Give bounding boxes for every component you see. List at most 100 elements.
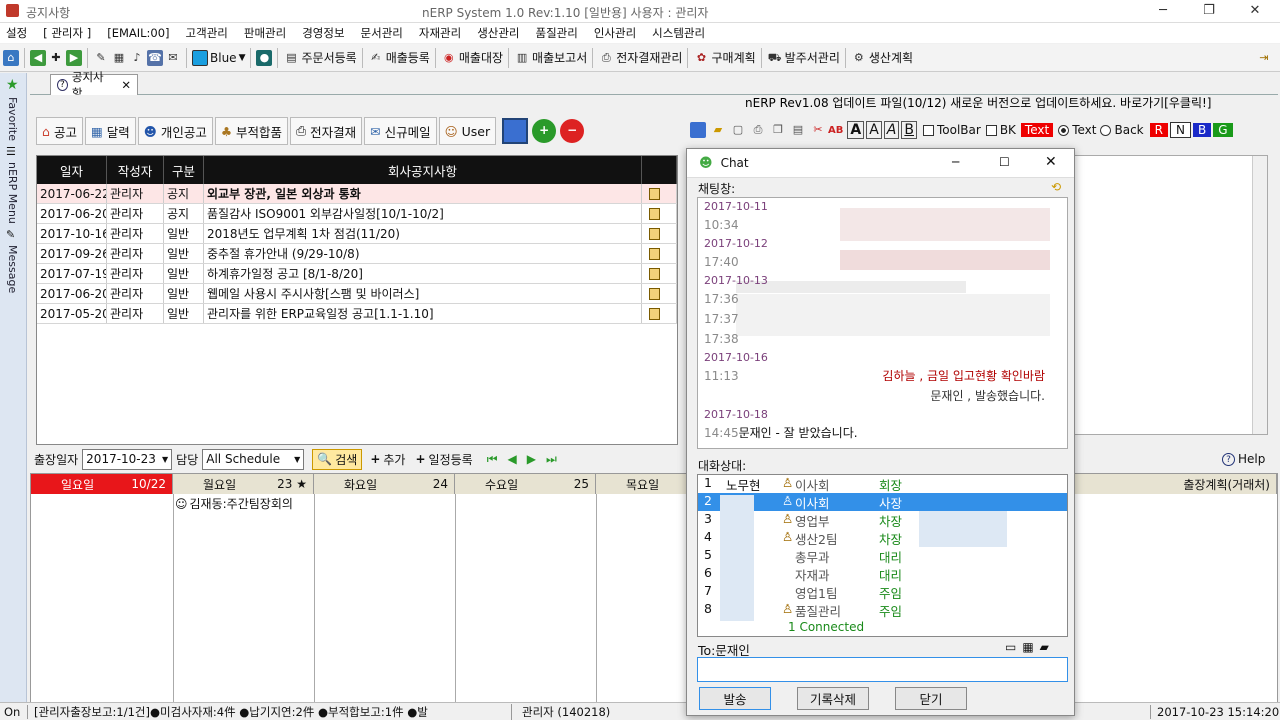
paste-icon[interactable]: ▤ [790,122,806,138]
side-message[interactable]: Message [6,245,19,293]
day-tuesday[interactable]: 화요일 24 [314,474,455,494]
exit-icon[interactable]: ⇥ [1256,50,1272,66]
calendar-entry[interactable]: ☺ 김재동:주간팀장회의 [175,495,293,512]
calendar-button[interactable]: ▦ 달력 [84,117,136,145]
editor-scrollbar[interactable] [1252,156,1267,434]
spell-icon[interactable]: AB [828,125,843,136]
save-icon[interactable] [502,118,529,144]
menu-quality[interactable]: 품질관리 [536,25,578,41]
tab-close-icon[interactable]: ✕ [121,78,131,92]
chevron-down-icon[interactable]: ▼ [239,53,246,63]
new-mail-button[interactable]: ✉ 신규메일 [364,117,437,145]
save-file-icon[interactable] [649,187,660,200]
menu-hr[interactable]: 인사관리 [594,25,636,41]
preview-icon[interactable]: ▢ [730,122,746,138]
tab-notice[interactable]: ? 공지사항 ✕ [50,70,138,100]
user-row[interactable]: 1 노무현 ♙ 이사회 회장 [698,475,1067,493]
menu-materials[interactable]: 자재관리 [419,25,461,41]
minimize-button[interactable]: ─ [1140,0,1186,22]
toolbar-item-production[interactable]: 생산계획 [869,49,913,66]
color-r-button[interactable]: R [1149,123,1168,137]
pen-icon[interactable]: ✎ [93,50,109,66]
maximize-button[interactable]: ❐ [1186,0,1232,22]
toolbar-item-sales[interactable]: 매출등록 [386,49,430,66]
menu-production[interactable]: 생산관리 [477,25,519,41]
save-file-icon[interactable] [649,227,660,240]
notice-button[interactable]: ⌂ 공고 [36,117,83,145]
day-sunday[interactable]: 일요일 10/22 [31,474,173,494]
text-color-red[interactable]: Text [1020,123,1054,137]
save-file-icon[interactable] [649,307,660,320]
day-monday[interactable]: 월요일 23 ★ [173,474,314,494]
register-schedule-button[interactable]: + 일정등록 [415,451,472,468]
editor-save-icon[interactable] [690,122,706,138]
folder-icon[interactable]: ▰ [710,122,726,138]
personal-notice-button[interactable]: ☻ 개인공고 [137,117,213,145]
contacts-icon[interactable]: ☎ [147,49,163,66]
save-file-icon[interactable] [649,207,660,220]
day-wednesday[interactable]: 수요일 25 [455,474,596,494]
font-size-button[interactable]: A [866,121,882,139]
table-row[interactable]: 2017-06-20 관리자 일반 웹메일 사용시 주시사항[스팸 및 바이러스] [37,284,677,304]
menu-settings[interactable]: 설정 [6,25,27,41]
chat-close-button[interactable]: ✕ [1045,154,1057,170]
toolbar-checkbox[interactable] [922,124,934,136]
menu-customer[interactable]: 고객관리 [186,25,228,41]
color-g-button[interactable]: G [1213,123,1233,137]
database-icon[interactable]: ● [256,49,273,66]
save-file-icon[interactable] [649,287,660,300]
copy-icon[interactable]: ❐ [770,122,786,138]
search-button[interactable]: 🔍 검색 [312,448,363,470]
user-button[interactable]: ☺ User [438,117,497,145]
help-button[interactable]: ? Help [1222,452,1265,466]
table-row[interactable]: 2017-05-20 관리자 일반 관리자를 위한 ERP교육일정 공고[1.1-1.… [37,304,677,324]
date-picker[interactable]: 2017-10-23 ▼ [82,448,173,470]
menu-management[interactable]: 경영정보 [302,25,344,41]
notice-banner[interactable]: nERP Rev1.08 업데이트 파일(10/12) 새로운 버전으로 업데이… [745,94,1211,111]
toolbar-item-approval[interactable]: 전자결재관리 [616,49,682,66]
nav-arrows-icon[interactable]: ⏮◀▶⏭ [487,452,567,467]
menu-system[interactable]: 시스템관리 [652,25,705,41]
send-button[interactable]: 발송 [699,687,771,710]
chat-minimize-button[interactable]: ─ [952,155,959,169]
theme-select[interactable]: Blue [210,51,237,65]
speaker-icon[interactable]: ♪ [129,50,145,66]
editor-area[interactable] [1072,155,1268,435]
toolbar-item-purchase[interactable]: 구매계획 [711,49,755,66]
arrow-icon[interactable]: ⟲ [1051,180,1061,194]
save-file-icon[interactable] [649,247,660,260]
color-n-button[interactable]: N [1169,122,1191,138]
owner-select[interactable]: All Schedule ▼ [202,448,305,470]
e-approval-button[interactable]: ⎙ 전자결재 [290,117,363,145]
remove-icon[interactable]: − [560,119,585,143]
bk-checkbox[interactable] [985,124,997,136]
close-button[interactable]: ✕ [1232,0,1278,22]
toolbar-item-po[interactable]: 발주서관리 [785,49,840,66]
toolbar-item-order[interactable]: 주문서등록 [301,49,356,66]
italic-button[interactable]: A [883,121,900,139]
menu-documents[interactable]: 문서관리 [361,25,403,41]
add-icon[interactable]: + [532,119,557,143]
add-schedule-button[interactable]: + 추가 [370,451,405,468]
table-row[interactable]: 2017-06-20 관리자 공지 품질감사 ISO9001 외부감사일정[10/1-… [37,204,677,224]
nonconforming-button[interactable]: ♣ 부적합품 [214,117,289,145]
col-date[interactable]: 일자 [37,156,107,184]
side-favorite[interactable]: Favorite [6,97,19,141]
back-radio[interactable] [1100,124,1112,136]
table-row[interactable]: 2017-09-26 관리자 일반 중추절 휴가안내 (9/29-10/8) [37,244,677,264]
chat-maximize-button[interactable]: ☐ [999,155,1010,169]
cut-icon[interactable]: ✂ [810,122,826,138]
calculator-icon[interactable]: ▦ [111,50,127,66]
home-icon[interactable]: ⌂ [3,49,19,66]
mail-icon[interactable]: ✉ [165,50,181,66]
print-icon[interactable]: ⎙ [750,122,766,138]
clear-history-button[interactable]: 기록삭제 [797,687,869,710]
toolbar-item-ledger[interactable]: 매출대장 [459,49,503,66]
color-b-button[interactable]: B [1192,123,1212,137]
menu-admin[interactable]: [ 관리자 ] [43,25,91,41]
back-arrow-icon[interactable]: ◀ [30,49,46,66]
save-file-icon[interactable] [649,267,660,280]
table-row[interactable]: 2017-07-19 관리자 일반 하계휴가일정 공고 [8/1-8/20] [37,264,677,284]
font-bold-button[interactable]: A [847,121,865,139]
col-title[interactable]: 회사공지사항 [204,156,642,184]
